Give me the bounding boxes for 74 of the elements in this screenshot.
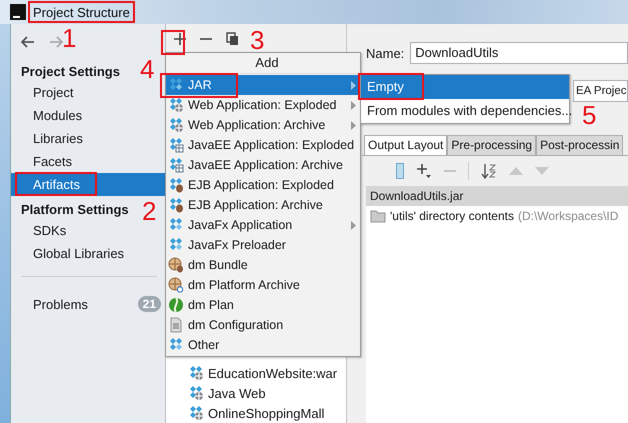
artifact-item[interactable]: OnlineShoppingMall [186, 403, 346, 423]
menu-item[interactable]: JavaFx Preloader [166, 235, 360, 255]
menu-item[interactable]: JavaEE Application: Exploded [166, 135, 360, 155]
problems-item[interactable]: Problems [33, 296, 88, 312]
menu-item[interactable]: dm Platform Archive [166, 275, 360, 295]
platform-archive-icon [168, 277, 184, 293]
menu-item[interactable]: dm Configuration [166, 315, 360, 335]
section-heading: Project Settings [21, 64, 120, 81]
menu-item[interactable]: dm Plan [166, 295, 360, 315]
artifact-label: EducationWebsite:war [208, 366, 338, 380]
path-hint: (D:\Workspaces\ID [518, 209, 618, 223]
tab[interactable]: Post-processin [536, 135, 624, 155]
menu-item[interactable]: JavaFx Application [166, 215, 360, 235]
document-icon [168, 317, 184, 333]
sidebar-item[interactable]: Modules [11, 104, 165, 127]
bean-artifact-icon [168, 197, 184, 213]
artifact-icon [168, 77, 184, 93]
window-title: Project Structure [33, 4, 130, 20]
web-artifact-icon [168, 117, 184, 133]
annotation-box [358, 73, 424, 100]
artifact-label: Java Web [208, 386, 266, 400]
app-logo-icon [10, 4, 26, 20]
name-label: Name: [366, 46, 404, 60]
sort-icon[interactable] [481, 163, 497, 179]
artifact-icon [168, 337, 184, 353]
annotation-number: 1 [62, 25, 76, 51]
sidebar-item[interactable]: Global Libraries [11, 242, 165, 265]
leaf-icon [168, 297, 184, 313]
back-arrow-icon[interactable] [21, 36, 35, 48]
menu-title: Add [166, 53, 360, 74]
tab[interactable]: Output Layout [364, 135, 448, 155]
artifact-item[interactable]: EducationWebsite:war [186, 363, 346, 383]
menu-item[interactable]: Web Application: Exploded [166, 95, 360, 115]
section-heading: Platform Settings [21, 202, 129, 219]
menu-item[interactable]: Other [166, 335, 360, 355]
artifact-label: OnlineShoppingMall [208, 406, 324, 420]
sidebar-item[interactable]: Artifacts [11, 173, 165, 196]
problem-count-badge: 21 [138, 296, 161, 312]
menu-item[interactable]: Empty [361, 75, 569, 99]
annotation-box [161, 30, 185, 55]
artifact-icon [168, 217, 184, 233]
enterprise-artifact-icon [168, 157, 184, 173]
sidebar-item[interactable]: Project [11, 81, 165, 104]
bean-artifact-icon [168, 177, 184, 193]
name-field[interactable]: DownloadUtils [410, 42, 628, 64]
layout-tree-item[interactable]: 'utils' directory contents (D:\Workspaces\ID [366, 206, 628, 226]
layout-tree-item[interactable]: DownloadUtils.jar [366, 186, 628, 206]
copy-icon[interactable] [226, 32, 239, 46]
annotation-number: 5 [582, 102, 596, 128]
annotation-number: 4 [140, 56, 154, 82]
artifact-icon [168, 237, 184, 253]
menu-item[interactable]: EJB Application: Exploded [166, 175, 360, 195]
output-directory-field[interactable]: EA Projec [573, 80, 628, 102]
web-artifact-icon [188, 365, 204, 381]
menu-item[interactable]: From modules with dependencies... [361, 99, 569, 123]
layout-item-label: DownloadUtils.jar [370, 189, 464, 203]
menu-item[interactable]: dm Bundle [166, 255, 360, 275]
menu-item[interactable]: JAR [166, 75, 360, 95]
bundle-icon [168, 257, 184, 273]
web-artifact-icon [168, 97, 184, 113]
sidebar-item[interactable]: Libraries [11, 127, 165, 150]
sidebar-item[interactable]: Facets [11, 150, 165, 173]
menu-item[interactable]: EJB Application: Archive [166, 195, 360, 215]
artifact-item[interactable]: Java Web [186, 383, 346, 403]
menu-item[interactable]: JavaEE Application: Archive [166, 155, 360, 175]
folder-icon [370, 209, 386, 223]
layout-item-label: 'utils' directory contents [390, 209, 514, 223]
annotation-number: 3 [250, 27, 264, 53]
add-icon[interactable] [174, 32, 186, 44]
enterprise-artifact-icon [168, 137, 184, 153]
add-dropdown-icon[interactable] [416, 163, 432, 179]
web-artifact-icon [188, 385, 204, 401]
menu-item[interactable]: Web Application: Archive [166, 115, 360, 135]
tab[interactable]: Pre-processing [447, 135, 536, 155]
